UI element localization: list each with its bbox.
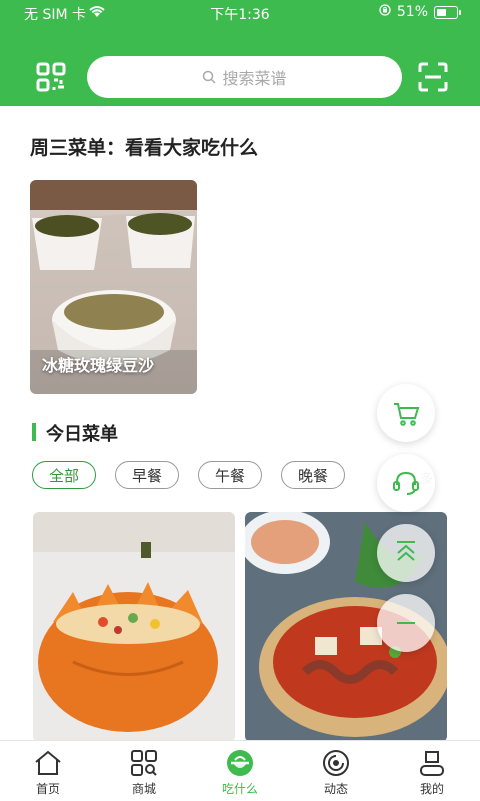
what-to-eat-icon — [227, 750, 253, 776]
nav-what-to-eat[interactable]: 吃什么 — [192, 741, 288, 801]
nav-profile[interactable]: 我的 — [384, 741, 480, 801]
nav-what-to-eat-label: 吃什么 — [221, 782, 258, 796]
app-header: 无 SIM 卡 下午1:36 51% 搜索菜谱 — [0, 0, 480, 106]
battery-percent: 51% — [396, 4, 428, 20]
customer-service-icon[interactable] — [377, 454, 435, 512]
nav-home[interactable]: 首页 — [0, 741, 96, 801]
feed-icon — [323, 750, 349, 776]
tab-breakfast[interactable]: 早餐 — [115, 461, 179, 489]
search-placeholder: 搜索菜谱 — [222, 69, 287, 88]
meal-tabs: 全部 早餐 午餐 晚餐 — [32, 461, 345, 489]
recipe-image-pumpkin — [33, 512, 235, 742]
cart-icon[interactable] — [377, 384, 435, 442]
tab-lunch[interactable]: 午餐 — [198, 461, 262, 489]
today-menu-title: 今日菜单 — [46, 424, 118, 445]
nav-feed[interactable]: 动态 — [288, 741, 384, 801]
battery-icon — [434, 5, 461, 19]
nav-mall-label: 商城 — [131, 782, 156, 796]
scan-icon[interactable] — [416, 60, 450, 94]
section-accent-bar — [32, 423, 36, 441]
collapse-icon[interactable] — [377, 594, 435, 652]
nav-mall[interactable]: 商城 — [96, 741, 192, 801]
search-icon — [203, 70, 217, 84]
search-input[interactable]: 搜索菜谱 — [87, 56, 402, 98]
nav-home-label: 首页 — [35, 782, 60, 796]
mall-icon — [131, 750, 157, 776]
status-bar: 无 SIM 卡 下午1:36 51% — [0, 0, 480, 26]
status-right: 51% — [379, 4, 461, 20]
featured-recipe-card[interactable]: 冰糖玫瑰绿豆沙 — [30, 180, 197, 394]
recipe-card-pumpkin[interactable] — [33, 512, 235, 742]
nav-feed-label: 动态 — [323, 782, 348, 796]
home-icon — [35, 750, 61, 775]
profile-icon — [420, 751, 444, 776]
back-to-top-icon[interactable] — [377, 524, 435, 582]
bottom-nav: 首页 商城 吃什么 动态 我的 — [0, 740, 480, 801]
nav-profile-label: 我的 — [419, 782, 444, 796]
orientation-lock-icon — [379, 4, 391, 20]
qr-code-icon[interactable] — [34, 60, 68, 94]
tab-all[interactable]: 全部 — [32, 461, 96, 489]
tab-dinner[interactable]: 晚餐 — [281, 461, 345, 489]
featured-recipe-caption: 冰糖玫瑰绿豆沙 — [42, 356, 155, 375]
weekly-menu-title: 周三菜单：看看大家吃什么 — [30, 137, 259, 159]
